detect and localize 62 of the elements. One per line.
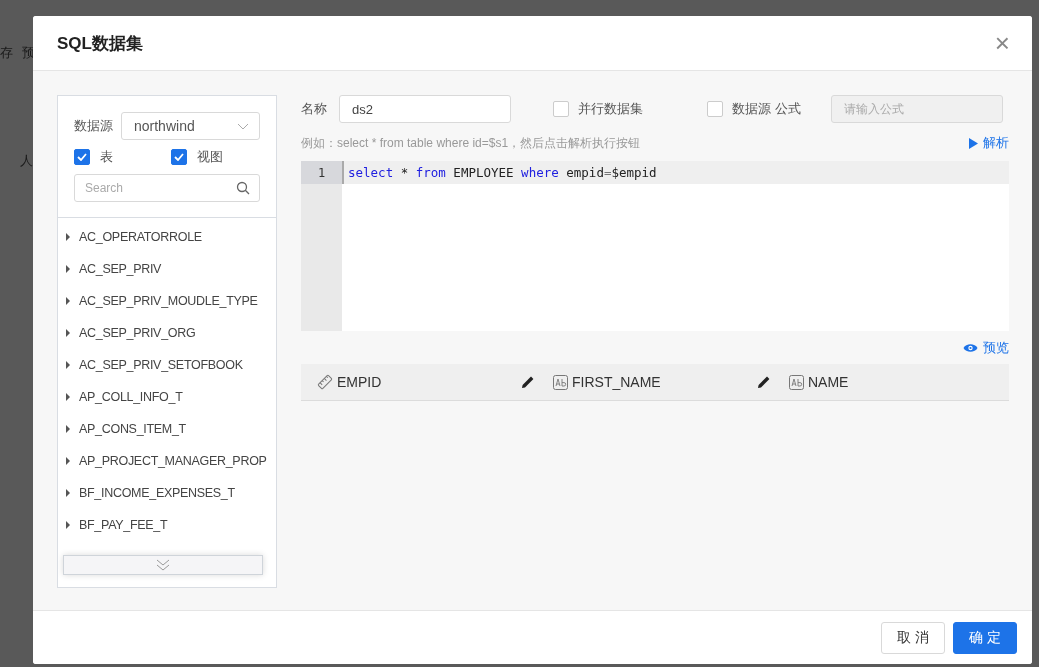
expand-arrow-icon (66, 521, 70, 529)
checkbox[interactable] (171, 149, 187, 165)
datasource-dropdown[interactable]: northwind (121, 112, 260, 140)
checkbox[interactable] (74, 149, 90, 165)
table-tree-item[interactable]: AC_SEP_PRIV_ORG (58, 317, 276, 349)
eye-icon (963, 343, 978, 353)
checkmark-icon (77, 153, 87, 161)
hint-text: 例如：select * from table where id=$s1，然后点击解析执行按钮 (301, 134, 641, 152)
table-tree-item[interactable]: AC_OPERATORROLE (58, 221, 276, 253)
column-name: EMPID (337, 374, 383, 390)
preview-button[interactable]: 预览 (963, 340, 1009, 356)
chevron-down-icon (237, 122, 249, 130)
expand-arrow-icon (66, 425, 70, 433)
edit-column-button[interactable] (757, 375, 771, 389)
parse-button[interactable]: 解析 (969, 134, 1009, 152)
confirm-button[interactable]: 确 定 (953, 621, 1017, 654)
line-number: 1 (301, 161, 342, 184)
text-type-icon (789, 374, 804, 390)
option-label: 并行数据集 (578, 100, 643, 118)
table-tree-item[interactable]: AP_PROJECT_MANAGER_PROP (58, 445, 276, 477)
play-icon (969, 137, 978, 149)
background-text: 预 (22, 44, 35, 62)
checkmark-icon (174, 153, 184, 161)
background-text: 人 (20, 152, 33, 170)
checkbox-label: 视图 (197, 148, 223, 166)
edit-column-button[interactable] (521, 375, 535, 389)
name-label: 名称 (301, 100, 327, 118)
table-tree-item[interactable]: AP_COLL_INFO_T (58, 381, 276, 413)
background-text: 存 (0, 44, 13, 62)
option-label: 数据源 公式 (732, 100, 801, 118)
double-chevron-down-icon (156, 559, 170, 571)
checkbox[interactable] (707, 101, 723, 117)
table-tree-item[interactable]: AC_SEP_PRIV_MOUDLE_TYPE (58, 285, 276, 317)
expand-arrow-icon (66, 233, 70, 241)
cancel-button[interactable]: 取 消 (881, 621, 945, 654)
table-tree-item[interactable]: BF_PAY_FEE_T (58, 509, 276, 541)
checkbox[interactable] (553, 101, 569, 117)
pencil-icon (757, 375, 771, 389)
table-tree-item[interactable]: AP_CONS_ITEM_T (58, 413, 276, 445)
expand-arrow-icon (66, 265, 70, 273)
table-tree-item[interactable]: AC_SEP_PRIV (58, 253, 276, 285)
datasource-label: 数据源 (74, 117, 113, 135)
sql-editor[interactable]: 1 select * from EMPLOYEE where empid=$empid (301, 161, 1009, 331)
expand-arrow-icon (66, 329, 70, 337)
close-button[interactable]: × (990, 30, 1014, 56)
name-field[interactable]: ds2 (339, 95, 511, 123)
ruler-icon (317, 374, 333, 390)
search-field[interactable]: Search (74, 174, 260, 202)
column-name: NAME (808, 374, 850, 390)
table-tree-item[interactable]: AC_SEP_PRIV_SETOFBOOK (58, 349, 276, 381)
expand-arrow-icon (66, 457, 70, 465)
expand-arrow-icon (66, 489, 70, 497)
expand-arrow-icon (66, 297, 70, 305)
checkbox-label: 表 (100, 148, 113, 166)
text-type-icon (553, 374, 568, 390)
search-icon (236, 181, 250, 195)
table-tree-item[interactable]: BF_INCOME_EXPENSES_T (58, 477, 276, 509)
expand-arrow-icon (66, 361, 70, 369)
pencil-icon (521, 375, 535, 389)
expand-arrow-icon (66, 393, 70, 401)
dialog-title: SQL数据集 (57, 32, 143, 55)
column-name: FIRST_NAME (572, 374, 662, 390)
